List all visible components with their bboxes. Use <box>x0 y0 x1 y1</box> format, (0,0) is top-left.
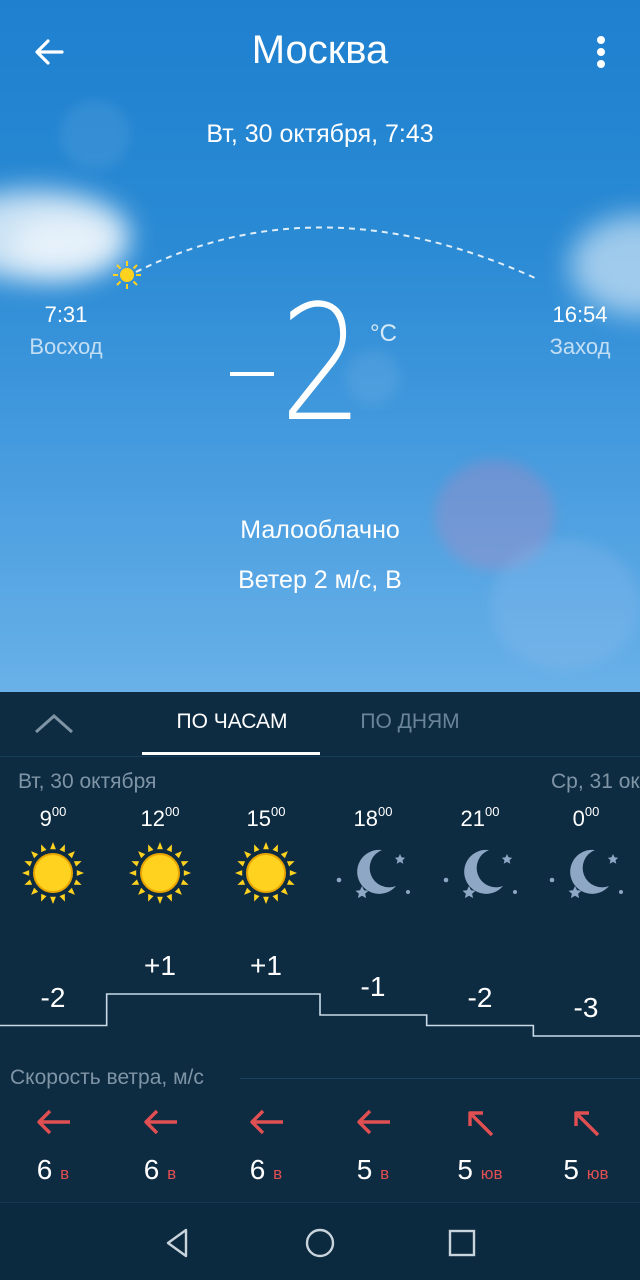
wind-speed-value: 5 юв <box>563 1154 609 1185</box>
hour-label: 900 <box>39 804 67 831</box>
condition-text: Малооблачно <box>240 516 400 544</box>
wind-forecast-item: 5 юв <box>533 1104 639 1185</box>
city-title: Москва <box>251 28 389 72</box>
top-bar: Москва <box>0 0 640 100</box>
current-datetime: Вт, 30 октября, 7:43 <box>206 120 434 148</box>
sunrise-label: Восход <box>29 334 103 359</box>
wind-speed-title: Скорость ветра, м/с <box>10 1066 204 1089</box>
nav-recents-icon[interactable] <box>444 1225 480 1261</box>
forecast-tabs: ПО ЧАСАМ ПО ДНЯМ <box>0 692 640 757</box>
hour-label: 1200 <box>140 804 180 831</box>
temp-step-label: -2 <box>467 981 493 1013</box>
wind-forecast-item: 6 в <box>0 1104 106 1185</box>
sun-icon <box>129 842 191 904</box>
temp-step-label: +1 <box>144 950 176 981</box>
sun-icon <box>22 842 84 904</box>
hour-label: 1800 <box>353 804 393 831</box>
hour-forecast-item: 1500 <box>213 804 319 906</box>
current-wind-text: Ветер 2 м/с, В <box>238 566 402 594</box>
hour-label: 000 <box>572 804 600 831</box>
nav-back-icon[interactable] <box>160 1225 196 1261</box>
wind-speed-value: 5 юв <box>457 1154 503 1185</box>
current-temperature: 2 °C <box>222 284 422 460</box>
tab-days[interactable]: ПО ДНЯМ <box>320 710 500 734</box>
chevron-up-icon[interactable] <box>32 706 76 740</box>
arrow-left-icon <box>357 1109 390 1135</box>
hour-forecast-item: 1200 <box>107 804 213 906</box>
wind-forecast-item: 6 в <box>213 1104 319 1185</box>
temp-step-label: -2 <box>40 981 66 1013</box>
system-nav-bar <box>0 1202 640 1280</box>
wind-direction: юв <box>586 1164 609 1183</box>
wind-speed-value: 5 в <box>356 1154 390 1185</box>
wind-direction: в <box>167 1164 177 1183</box>
wind-speed-value: 6 в <box>249 1154 283 1185</box>
sunset-time: 16:54 <box>552 302 608 327</box>
divider <box>240 1078 640 1079</box>
sun-position-icon <box>113 261 141 289</box>
temp-step-label: -3 <box>573 992 599 1023</box>
wind-direction: в <box>60 1164 70 1183</box>
wind-direction: юв <box>480 1164 503 1183</box>
hour-forecast-item: 000 <box>533 804 639 906</box>
sun-icon <box>235 842 297 904</box>
wind-forecast-item: 6 в <box>107 1104 213 1185</box>
more-menu-icon[interactable] <box>586 30 616 74</box>
moon-icon <box>549 849 623 899</box>
temp-value: 2 <box>280 270 364 457</box>
tab-hours[interactable]: ПО ЧАСАМ <box>142 710 322 734</box>
sunset-label: Заход <box>549 334 611 359</box>
temp-unit: °C <box>370 320 397 347</box>
hour-forecast-item: 900 <box>0 804 106 906</box>
sunrise-time: 7:31 <box>44 302 88 327</box>
arrow-left-icon <box>37 1109 70 1135</box>
temp-minus-sign <box>230 372 274 376</box>
wind-forecast-item: 5 в <box>320 1104 426 1185</box>
weather-screen: Москва Вт, 30 октября, 7:43 7:31 Восход … <box>0 0 640 1280</box>
temp-step-label: -1 <box>360 971 386 1002</box>
arrow-left-icon <box>250 1109 283 1135</box>
wind-speed-value: 6 в <box>36 1154 70 1185</box>
forecast-panel: ПО ЧАСАМ ПО ДНЯМ Вт, 30 октября Ср, 31 о… <box>0 692 640 1202</box>
moon-icon <box>443 849 517 899</box>
day-label-today: Вт, 30 октября <box>18 770 157 793</box>
hour-forecast-item: 1800 <box>320 804 426 906</box>
wind-direction: в <box>273 1164 283 1183</box>
hour-forecast-item: 2100 <box>427 804 533 906</box>
nav-home-icon[interactable] <box>302 1225 338 1261</box>
arrow-up-left-icon <box>468 1111 494 1137</box>
temp-step-label: +1 <box>250 950 282 981</box>
active-tab-indicator <box>142 752 320 755</box>
hour-label: 2100 <box>460 804 500 831</box>
hour-label: 1500 <box>246 804 286 831</box>
wind-direction: в <box>380 1164 390 1183</box>
wind-forecast-item: 5 юв <box>427 1104 533 1185</box>
wind-speed-value: 6 в <box>143 1154 177 1185</box>
sky-background: Москва Вт, 30 октября, 7:43 7:31 Восход … <box>0 0 640 692</box>
arrow-up-left-icon <box>574 1111 600 1137</box>
arrow-left-icon <box>144 1109 177 1135</box>
day-label-tomorrow: Ср, 31 октября <box>551 770 640 793</box>
moon-icon <box>336 849 410 899</box>
